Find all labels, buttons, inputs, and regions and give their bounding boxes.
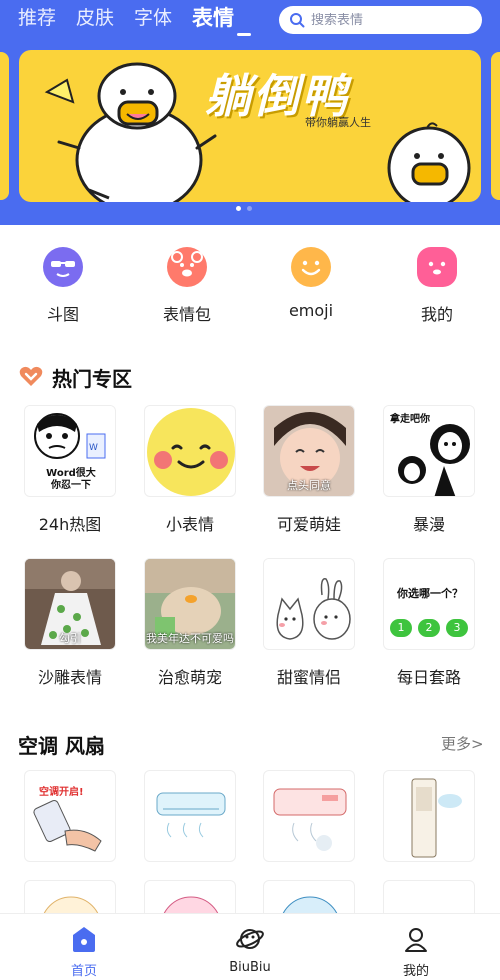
- card-label: 24h热图: [38, 515, 102, 534]
- card-label: 每日套路: [396, 668, 461, 687]
- card-thumbnail: 空调开启!: [24, 770, 116, 862]
- card-thumbnail: [144, 405, 236, 497]
- card-thumbnail: [144, 770, 236, 862]
- quick-item-doutu[interactable]: 斗图: [18, 240, 108, 325]
- top-tabs: 推荐 皮肤 字体 表情: [18, 6, 234, 30]
- nav-label: 我的: [402, 964, 429, 979]
- planet-icon: [236, 929, 264, 949]
- heart-badge-icon: [19, 366, 43, 386]
- aircon-item[interactable]: [144, 770, 236, 862]
- choice-buttons: 1 2 3: [390, 619, 468, 637]
- card-thumbnail: W Word很大 你忍一下: [24, 405, 116, 497]
- pagination-dot-active: [236, 206, 241, 211]
- card-thumbnail: 你选哪一个？ 1 2 3: [383, 558, 475, 650]
- bottom-navigation: 首页 BiuBiu 我的: [0, 913, 500, 980]
- thumb-caption: 我美年达不可爱吗: [146, 632, 234, 645]
- sunglasses-face-icon: [43, 247, 83, 287]
- card-label: 可爱萌娃: [276, 515, 341, 534]
- thumb-caption: 勾引: [59, 632, 81, 645]
- card-label: 小表情: [165, 515, 214, 534]
- air-conditioner-pink-illustration: [273, 788, 347, 851]
- banner-peek-left[interactable]: [0, 52, 9, 200]
- yellow-smile-illustration: [147, 408, 235, 496]
- aircon-item[interactable]: [383, 770, 475, 862]
- banner-pagination: [236, 206, 252, 211]
- card-small-emoticon[interactable]: 小表情: [144, 405, 236, 535]
- card-daily-tricks[interactable]: 你选哪一个？ 1 2 3 每日套路: [383, 558, 475, 688]
- card-label: 沙雕表情: [37, 668, 102, 687]
- section-title-aircon: 空调 风扇: [18, 734, 105, 758]
- cat-rabbit-illustration: [264, 559, 354, 649]
- card-label: 暴漫: [412, 515, 445, 534]
- remote-control-illustration: [33, 800, 102, 852]
- section-title-hot: 热门专区: [52, 367, 132, 391]
- standing-aircon-illustration: [411, 778, 462, 858]
- search-input[interactable]: [311, 12, 461, 28]
- search-box[interactable]: [279, 6, 482, 34]
- tab-font[interactable]: 字体: [134, 6, 172, 30]
- thumb-caption: 你选哪一个？: [397, 587, 463, 600]
- banner-peek-right[interactable]: [491, 52, 500, 200]
- quick-item-stickers[interactable]: 表情包: [142, 240, 232, 325]
- nav-biubiu[interactable]: BiuBiu: [200, 914, 300, 975]
- nav-label: 首页: [70, 964, 97, 979]
- pagination-dot: [247, 206, 252, 211]
- quick-label: 表情包: [162, 305, 211, 324]
- thumb-caption: 拿走吧你: [390, 414, 430, 425]
- card-thumbnail: 勾引: [24, 558, 116, 650]
- card-thumbnail: [263, 770, 355, 862]
- card-silly-emoticon[interactable]: 勾引 沙雕表情: [24, 558, 116, 688]
- aircon-item[interactable]: [263, 770, 355, 862]
- card-rage-comic[interactable]: 拿走吧你 暴漫: [383, 405, 475, 535]
- card-cute-baby[interactable]: 点头同意 可爱萌娃: [263, 405, 355, 535]
- card-label: 治愈萌宠: [157, 668, 222, 687]
- home-icon: [73, 927, 95, 952]
- aircon-item[interactable]: 空调开启!: [24, 770, 116, 862]
- quick-categories: 斗图 表情包 emoji 我的: [0, 240, 500, 330]
- nav-home[interactable]: 首页: [34, 914, 134, 979]
- ghost-face-icon: [417, 247, 457, 287]
- nav-mine[interactable]: 我的: [366, 914, 466, 979]
- air-conditioner-illustration: [156, 792, 226, 838]
- tab-recommend[interactable]: 推荐: [18, 6, 56, 30]
- card-thumbnail: 我美年达不可爱吗: [144, 558, 236, 650]
- tab-skin[interactable]: 皮肤: [76, 6, 114, 30]
- quick-item-mine[interactable]: 我的: [392, 240, 482, 325]
- card-thumbnail: 点头同意: [263, 405, 355, 497]
- card-label: 甜蜜情侣: [276, 668, 341, 687]
- smile-face-icon: [291, 247, 331, 287]
- banner-subtitle: 带你躺赢人生: [305, 116, 371, 129]
- quick-label: 我的: [420, 305, 453, 324]
- card-thumbnail: [383, 770, 475, 862]
- card-thumbnail: 拿走吧你: [383, 405, 475, 497]
- quick-label: 斗图: [46, 305, 79, 324]
- choice-option: 1: [390, 619, 412, 637]
- quick-label: emoji: [288, 301, 334, 320]
- search-icon: [290, 13, 305, 28]
- user-icon: [405, 928, 427, 952]
- tab-emoticon[interactable]: 表情: [192, 6, 234, 30]
- nav-label: BiuBiu: [229, 960, 271, 975]
- quick-item-emoji[interactable]: emoji: [266, 240, 356, 320]
- card-24h-hot[interactable]: W Word很大 你忍一下 24h热图: [24, 405, 116, 535]
- card-healing-pets[interactable]: 我美年达不可爱吗 治愈萌宠: [144, 558, 236, 688]
- choice-option: 2: [418, 619, 440, 637]
- card-thumbnail: [263, 558, 355, 650]
- promo-banner[interactable]: 躺倒鸭 带你躺赢人生: [19, 50, 481, 202]
- bear-face-icon: [167, 247, 207, 287]
- choice-option: 3: [446, 619, 468, 637]
- thumb-caption: Word很大 你忍一下: [46, 468, 96, 491]
- thumb-caption: 点头同意: [287, 479, 331, 492]
- more-link[interactable]: 更多>: [441, 733, 484, 754]
- svg-text:W: W: [89, 443, 98, 453]
- active-tab-indicator: [237, 33, 251, 36]
- card-sweet-couple[interactable]: 甜蜜情侣: [263, 558, 355, 688]
